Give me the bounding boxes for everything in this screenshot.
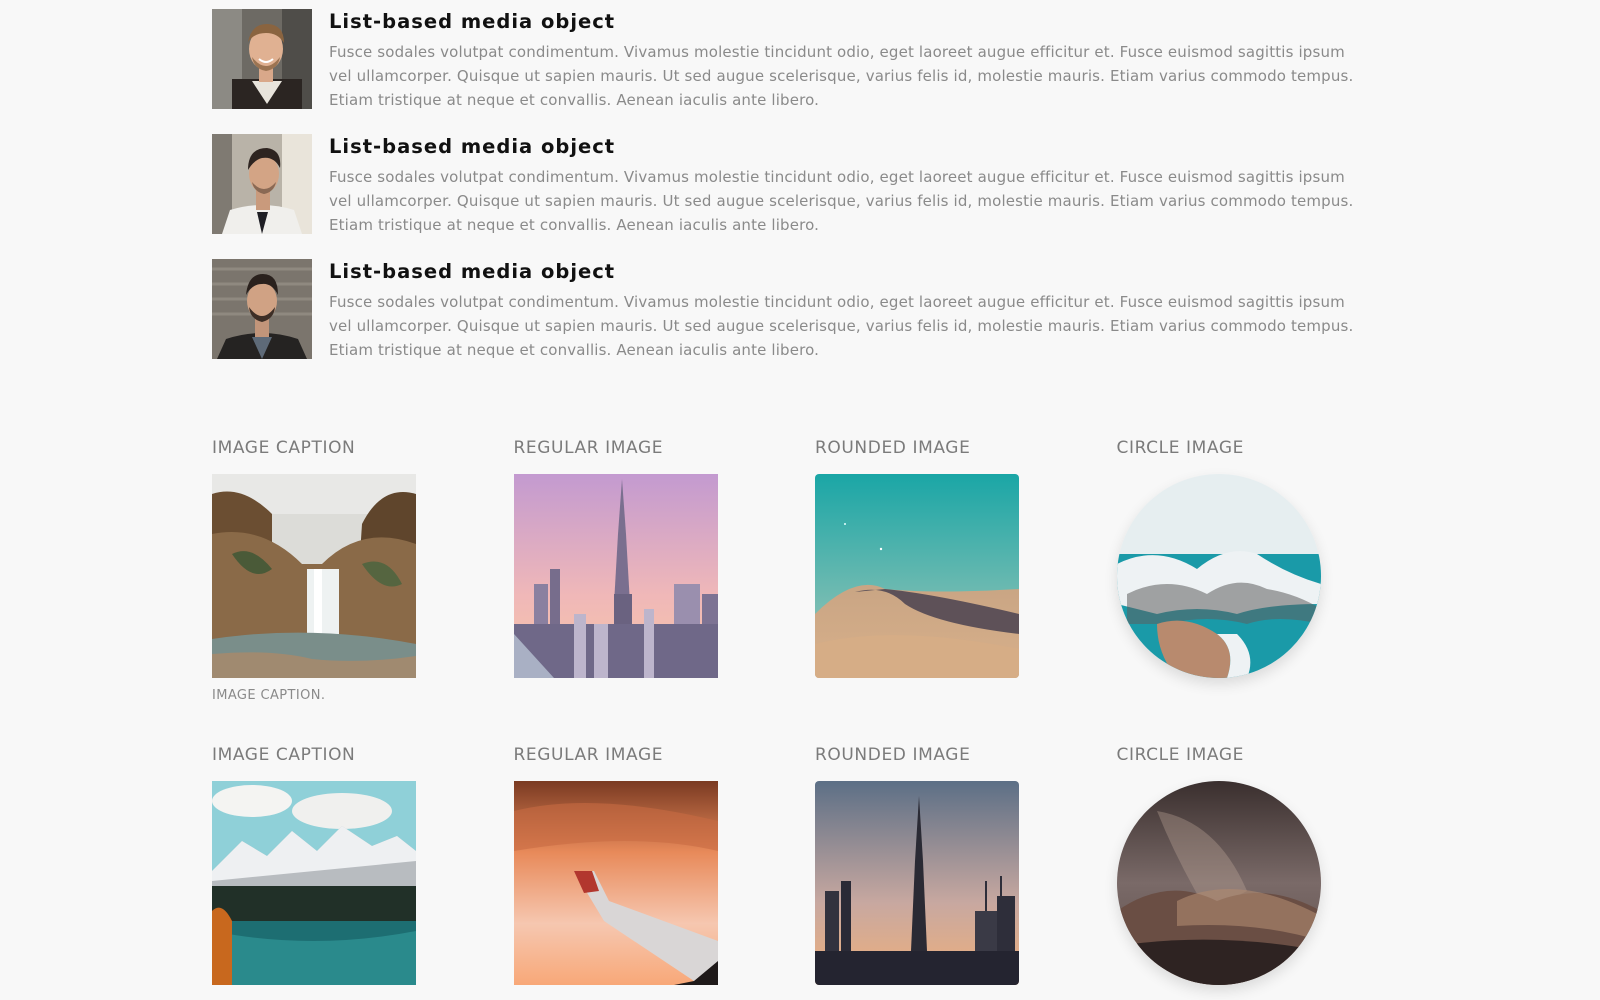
avatar <box>212 9 312 109</box>
media-item: List-based media object Fusce sodales vo… <box>212 9 1362 109</box>
media-text: Fusce sodales volutpat condimentum. Viva… <box>329 43 1354 109</box>
city-tower-dusk-image <box>815 781 1019 985</box>
image-cell: ROUNDED IMAGE <box>815 437 1117 703</box>
airplane-wing-image <box>513 781 718 985</box>
media-body: List-based media object Fusce sodales vo… <box>329 9 1359 112</box>
avatar <box>212 259 312 359</box>
image-cell: REGULAR IMAGE <box>513 744 816 985</box>
media-text: Fusce sodales volutpat condimentum. Viva… <box>329 293 1354 359</box>
image-label: CIRCLE IMAGE <box>1116 745 1244 765</box>
image-cell: CIRCLE IMAGE <box>1116 744 1419 985</box>
image-grid-row: IMAGE CAPTION REGULAR IMAGE ROUNDED IMAG… <box>212 744 1342 985</box>
waterfall-image <box>212 474 416 678</box>
image-cell: REGULAR IMAGE <box>513 437 816 703</box>
media-text: Fusce sodales volutpat condimentum. Viva… <box>329 168 1354 234</box>
snowy-coast-image <box>1116 474 1321 678</box>
avatar <box>212 134 312 234</box>
image-cell: IMAGE CAPTION <box>212 744 514 985</box>
image-label: CIRCLE IMAGE <box>1116 438 1244 458</box>
media-title: List-based media object <box>329 135 616 158</box>
image-cell: CIRCLE IMAGE <box>1116 437 1419 703</box>
image-label: IMAGE CAPTION <box>212 745 356 765</box>
media-body: List-based media object Fusce sodales vo… <box>329 259 1359 362</box>
media-item: List-based media object Fusce sodales vo… <box>212 259 1362 359</box>
image-label: REGULAR IMAGE <box>513 438 664 458</box>
city-tower-sunset-image <box>513 474 718 678</box>
image-label: ROUNDED IMAGE <box>815 438 971 458</box>
media-title: List-based media object <box>329 260 616 283</box>
image-label: REGULAR IMAGE <box>513 745 664 765</box>
stormy-hills-image <box>1116 781 1321 985</box>
media-body: List-based media object Fusce sodales vo… <box>329 134 1359 237</box>
image-cell: IMAGE CAPTION IMAGE CAPTION. <box>212 437 514 703</box>
media-title: List-based media object <box>329 10 616 33</box>
desert-dune-image <box>815 474 1019 678</box>
media-list: List-based media object Fusce sodales vo… <box>212 9 1362 384</box>
media-item: List-based media object Fusce sodales vo… <box>212 134 1362 234</box>
image-cell: ROUNDED IMAGE <box>815 744 1117 985</box>
image-grid-row: IMAGE CAPTION IMAGE CAPTION. REGULAR IMA… <box>212 437 1342 703</box>
image-label: IMAGE CAPTION <box>212 438 356 458</box>
mountain-lake-image <box>212 781 416 985</box>
image-caption: IMAGE CAPTION. <box>212 688 326 703</box>
image-label: ROUNDED IMAGE <box>815 745 971 765</box>
